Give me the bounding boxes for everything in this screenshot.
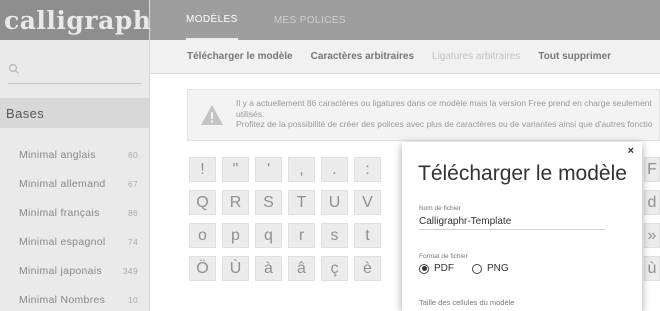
glyph-cell[interactable]: . <box>321 157 348 182</box>
glyph-cell[interactable]: è <box>354 256 381 281</box>
download-template-dialog: × Télécharger le modèle Nom de fichier F… <box>402 142 642 311</box>
glyph-cell[interactable]: â <box>288 256 315 281</box>
sidebar-item-count: 67 <box>127 178 138 189</box>
glyph-cell[interactable]: q <box>255 223 282 248</box>
glyph-cell[interactable]: Ö <box>189 256 216 281</box>
glyph-cell[interactable]: ! <box>189 157 216 182</box>
glyph-cell[interactable]: ù <box>644 256 660 281</box>
glyph-cell[interactable]: S <box>255 190 282 215</box>
search-input[interactable] <box>26 62 136 82</box>
glyph-cell[interactable]: o <box>189 223 216 248</box>
glyph-cell[interactable]: r <box>288 223 315 248</box>
glyph-cell[interactable]: V <box>354 190 381 215</box>
sidebar-item-label: Minimal espagnol <box>19 235 106 248</box>
sidebar-item-label: Minimal français <box>19 206 100 219</box>
notice-line: Profitez de la possibilité de créer des … <box>236 119 653 129</box>
sidebar-item-label: Minimal Nombres <box>19 293 106 306</box>
glyph-cell[interactable]: s <box>321 223 348 248</box>
warning-icon <box>201 105 223 125</box>
arbitrary-ligatures-button: Ligatures arbitraires <box>432 51 521 62</box>
glyph-cell[interactable]: à <box>255 256 282 281</box>
glyph-cell[interactable]: » <box>644 223 660 248</box>
glyph-cell[interactable]: T <box>288 190 315 215</box>
glyph-cell[interactable]: " <box>222 157 249 182</box>
glyph-cell[interactable]: Ù <box>222 256 249 281</box>
tab-modeles[interactable]: MODÈLES <box>186 0 238 40</box>
sidebar-item-minimal-anglais[interactable]: Minimal anglais 60 <box>0 140 150 169</box>
sidebar-item-count: 74 <box>127 236 138 247</box>
sidebar-item-label: Minimal japonais <box>19 264 103 277</box>
filename-input[interactable] <box>419 214 605 230</box>
glyph-cell[interactable]: t <box>354 223 381 248</box>
format-radio-group: PDF PNG <box>419 263 527 274</box>
sidebar-item-label: Minimal allemand <box>19 177 106 190</box>
filename-label: Nom de fichier <box>419 205 461 212</box>
glyph-cell[interactable]: R <box>222 190 249 215</box>
section-title-bases[interactable]: Bases <box>0 98 150 128</box>
limit-notice: Il y a actuellement 86 caractères ou lig… <box>187 89 660 141</box>
search-box <box>8 62 142 84</box>
sidebar-item-label: Minimal anglais <box>19 148 96 161</box>
glyph-cell[interactable]: p <box>222 223 249 248</box>
radio-pdf[interactable] <box>419 263 429 274</box>
template-toolbar: Télécharger le modèle Caractères arbitra… <box>150 40 660 74</box>
radio-pdf-label[interactable]: PDF <box>434 263 454 274</box>
delete-all-button[interactable]: Tout supprimer <box>538 51 611 62</box>
sidebar-item-count: 349 <box>122 265 138 276</box>
sidebar-item-minimal-japonais[interactable]: Minimal japonais 349 <box>0 256 150 285</box>
arbitrary-characters-button[interactable]: Caractères arbitraires <box>311 51 414 62</box>
logo-bar: calligraphr <box>0 0 165 40</box>
glyph-cell[interactable]: d <box>644 190 660 215</box>
top-nav: MODÈLES MES POLICES <box>150 0 660 40</box>
format-label: Format de fichier <box>419 253 468 260</box>
radio-selected-dot <box>421 266 427 271</box>
search-icon <box>8 63 19 74</box>
sidebar-item-count: 60 <box>127 149 138 160</box>
glyph-cell[interactable]: , <box>288 157 315 182</box>
sidebar-item-minimal-nombres[interactable]: Minimal Nombres 10 <box>0 285 150 311</box>
notice-line: utilisés. <box>236 108 265 119</box>
notice-text: Il y a actuellement 86 caractères ou lig… <box>236 98 652 130</box>
tab-mes-polices[interactable]: MES POLICES <box>274 0 346 40</box>
download-template-button[interactable]: Télécharger le modèle <box>187 51 293 62</box>
glyph-cell[interactable]: U <box>321 190 348 215</box>
dialog-title: Télécharger le modèle <box>418 162 627 185</box>
glyph-cell[interactable]: ' <box>255 157 282 182</box>
sidebar-item-minimal-espagnol[interactable]: Minimal espagnol 74 <box>0 227 150 256</box>
sidebar-list: Minimal anglais 60 Minimal allemand 67 M… <box>0 140 150 311</box>
sidebar-item-count: 86 <box>127 207 138 218</box>
notice-line: Il y a actuellement 86 caractères ou lig… <box>236 98 652 108</box>
radio-png-label[interactable]: PNG <box>487 263 509 274</box>
sidebar-item-minimal-allemand[interactable]: Minimal allemand 67 <box>0 169 150 198</box>
glyph-cell[interactable]: : <box>354 157 381 182</box>
sidebar-item-minimal-francais[interactable]: Minimal français 86 <box>0 198 150 227</box>
sidebar-item-count: 10 <box>127 294 138 305</box>
sidebar: calligraphr Bases Minimal anglais 60 Min… <box>0 0 165 311</box>
glyph-cell[interactable]: Q <box>189 190 216 215</box>
close-icon[interactable]: × <box>628 145 634 157</box>
glyph-cell[interactable]: ç <box>321 256 348 281</box>
glyph-cell[interactable]: F <box>644 157 660 182</box>
cell-size-label: Taille des cellules du modèle <box>419 298 515 307</box>
app-logo[interactable]: calligraphr <box>4 8 165 33</box>
radio-png[interactable] <box>472 263 482 274</box>
